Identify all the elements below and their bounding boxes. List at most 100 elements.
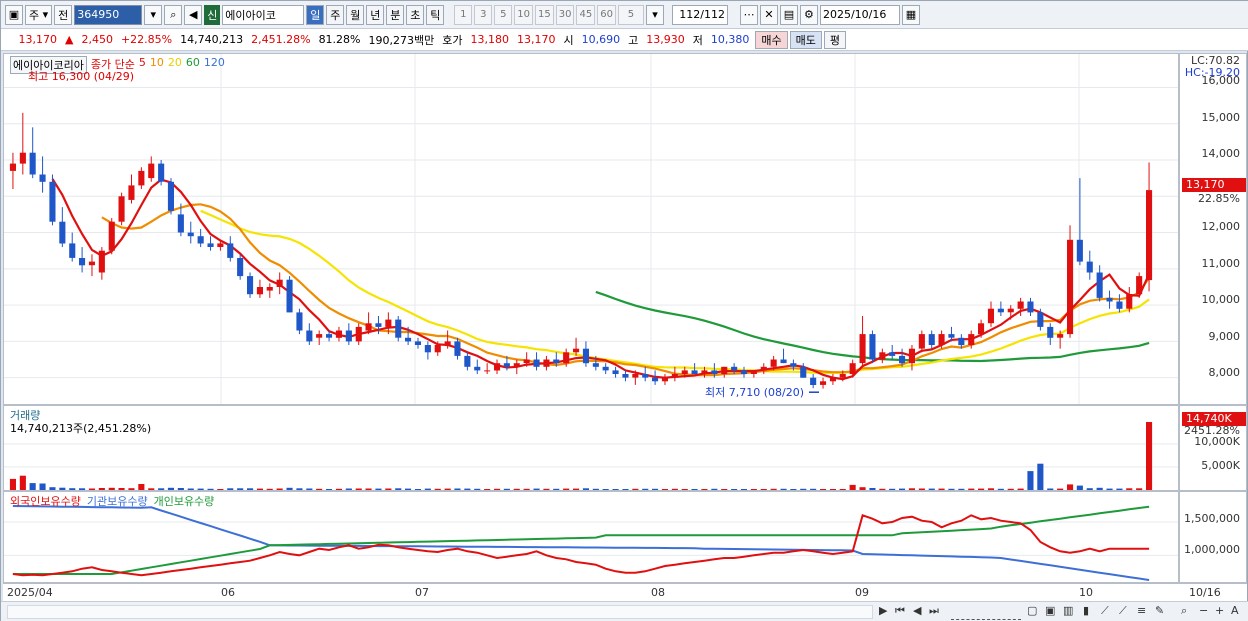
minute-45[interactable]: 45	[576, 4, 596, 25]
overlay-icon[interactable]: ▥	[1063, 604, 1075, 620]
volume-bar	[958, 488, 965, 490]
volume-bar	[247, 488, 254, 490]
volume-chart	[4, 422, 1178, 490]
draw-icon[interactable]: ⟋	[1119, 604, 1131, 620]
zoom-in-icon[interactable]: +	[1215, 604, 1227, 620]
minute-3[interactable]: 3	[474, 4, 493, 25]
ma5-label: 5	[138, 56, 146, 69]
split-icon[interactable]: ▣	[1045, 604, 1057, 620]
volume-bar	[306, 488, 313, 490]
market-type-select[interactable]: 전	[54, 4, 73, 25]
period-year[interactable]: 년	[366, 4, 385, 25]
candle-body	[158, 163, 165, 182]
eval-button[interactable]: 평	[823, 30, 846, 49]
candle-body	[987, 308, 994, 324]
candle-body	[39, 174, 46, 182]
change-pct: +22.85%	[120, 33, 173, 46]
period-day[interactable]: 일	[306, 4, 325, 25]
candle-body	[1106, 297, 1113, 302]
candle-body	[889, 352, 896, 356]
candle-body	[128, 185, 135, 200]
search-icon[interactable]: ⌕	[164, 4, 183, 25]
stock-name-field[interactable]: 에이아이코	[222, 4, 305, 25]
candle-body	[869, 334, 876, 360]
bar-icon[interactable]: ▮	[1083, 604, 1095, 620]
volume-bar	[217, 489, 224, 490]
horizontal-scrollbar[interactable]	[7, 605, 873, 619]
candle-body	[790, 363, 797, 367]
scroll-right-icon[interactable]: ▶	[879, 604, 891, 620]
ma20-label: 20	[167, 56, 182, 69]
volume-bar	[573, 488, 580, 490]
price-pane[interactable]: 최저 7,710 (08/20) 에이아이코리아 종가 단순 5 10 20 6…	[3, 53, 1179, 405]
volume-pane[interactable]: 거래량 14,740,213주(2,451.28%)	[3, 405, 1179, 491]
candle-body	[375, 323, 382, 327]
volume-bar	[948, 488, 955, 490]
buy-button[interactable]: 매수	[755, 30, 788, 49]
volume-bar	[49, 487, 56, 490]
minute-10[interactable]: 10	[514, 4, 534, 25]
clear-icon[interactable]: ✎	[1155, 604, 1167, 620]
holdings-pane[interactable]: 외국인보유수량 기관보유수량 개인보유수량	[3, 491, 1179, 583]
period-week[interactable]: 주	[326, 4, 345, 25]
scroll-start-icon[interactable]: ⏮	[895, 604, 907, 620]
fib-icon[interactable]: ≡	[1137, 604, 1149, 620]
market-select[interactable]: 주 ▾	[25, 4, 53, 25]
candle-body	[1027, 301, 1034, 313]
minute-30[interactable]: 30	[555, 4, 575, 25]
sell-button[interactable]: 매도	[789, 30, 822, 49]
zoom-slider[interactable]	[951, 604, 1021, 620]
candle-body	[997, 308, 1004, 313]
volume-bar	[928, 488, 935, 490]
scroll-left-icon[interactable]: ◀	[913, 604, 925, 620]
candle-body	[1047, 326, 1054, 338]
crosshair-icon[interactable]: ✕	[759, 4, 778, 25]
minute-1[interactable]: 1	[454, 4, 473, 25]
minute-15[interactable]: 15	[535, 4, 554, 25]
volume-bar	[642, 488, 649, 490]
volume-bar	[98, 488, 105, 490]
trendline-icon[interactable]: ⟋	[1101, 604, 1113, 620]
gear-icon[interactable]: ⚙	[799, 4, 818, 25]
count-select[interactable]: 5	[617, 4, 644, 25]
period-month[interactable]: 월	[346, 4, 365, 25]
volume-bar	[138, 484, 145, 490]
count-dropdown-icon[interactable]: ▾	[645, 4, 664, 25]
candle-body	[444, 341, 451, 345]
period-second[interactable]: 초	[406, 4, 425, 25]
candle-body	[187, 232, 194, 237]
magnify-icon[interactable]: ⌕	[1181, 604, 1193, 620]
volume-bar	[849, 484, 856, 490]
period-tick[interactable]: 틱	[426, 4, 445, 25]
minute-60[interactable]: 60	[597, 4, 616, 25]
hold-tick-1500000: 1,500,000	[1184, 512, 1240, 525]
compare-icon[interactable]: ⋯	[739, 4, 758, 25]
volume-bar	[908, 488, 915, 490]
scroll-end-icon[interactable]: ⏭	[929, 604, 941, 620]
code-input[interactable]: 364950	[74, 4, 143, 25]
date-field[interactable]: 2025/10/16	[819, 4, 900, 25]
save-icon[interactable]: ▤	[779, 4, 798, 25]
code-dropdown-icon[interactable]: ▾	[144, 4, 163, 25]
speaker-icon[interactable]: ◀	[184, 4, 203, 25]
calendar-icon[interactable]: ▦	[901, 4, 920, 25]
layout-icon[interactable]: ▢	[1027, 604, 1039, 620]
window-menu-icon[interactable]: ▣	[5, 4, 23, 25]
candle-body	[1037, 312, 1044, 327]
ma120-label: 120	[203, 56, 225, 69]
count-field[interactable]: 112/112	[671, 4, 728, 25]
candle-body	[494, 363, 501, 371]
font-size-icon[interactable]: A	[1231, 604, 1243, 620]
volume-bar	[434, 488, 441, 490]
low-note: 최저 7,710 (08/20)	[705, 386, 804, 399]
volume-bar	[79, 488, 86, 490]
candle-body	[306, 330, 313, 342]
volume-bar	[839, 489, 846, 490]
zoom-out-icon[interactable]: −	[1199, 604, 1211, 620]
volume-bar	[197, 488, 204, 490]
foreign-line	[12, 514, 1150, 577]
candle-body	[1116, 301, 1123, 309]
candle-body	[19, 152, 26, 164]
minute-5[interactable]: 5	[494, 4, 513, 25]
period-minute[interactable]: 분	[386, 4, 405, 25]
